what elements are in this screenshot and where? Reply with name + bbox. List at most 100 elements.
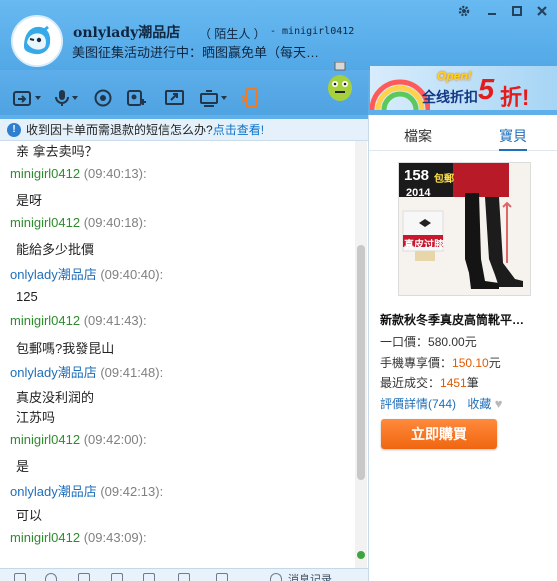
message-header: onlylady潮品店 (09:41:48): — [10, 362, 163, 381]
minimize-icon[interactable] — [484, 4, 500, 20]
sender-name[interactable]: minigirl0412 — [10, 166, 80, 181]
message-time: (09:40:13): — [83, 165, 147, 181]
ad-unit: 折! — [500, 85, 530, 110]
heart-icon[interactable]: ♥ — [495, 396, 503, 411]
file-icon[interactable] — [178, 573, 190, 581]
ad-open-label: Open! — [437, 69, 472, 83]
promo-label: 真皮过膝 — [404, 240, 444, 251]
tab-product[interactable]: 寶貝 — [499, 126, 527, 151]
close-icon[interactable] — [534, 4, 550, 20]
ad-discount: 5 — [478, 74, 495, 106]
shop-name[interactable]: onlylady潮品店 — [73, 22, 180, 42]
app-button[interactable] — [199, 88, 227, 108]
sender-name[interactable]: onlylady潮品店 — [10, 365, 97, 380]
message-header: minigirl0412 (09:40:18): — [10, 215, 147, 230]
penguin-avatar-icon — [13, 17, 61, 65]
message-header: minigirl0412 (09:41:43): — [10, 313, 147, 328]
sender-name[interactable]: onlylady潮品店 — [10, 267, 97, 282]
review-row: 評價詳情(744) 收藏 ♥ — [380, 395, 502, 412]
price-value: 580.00元 — [428, 335, 477, 349]
screenshot-icon[interactable] — [78, 573, 90, 581]
badge-year: 2014 — [406, 187, 431, 199]
ad-text: 全线折扣 — [422, 89, 478, 105]
chevron-down-icon — [35, 96, 41, 100]
chat-toolbar — [0, 62, 368, 115]
notice-link[interactable]: 点击查看! — [213, 123, 264, 137]
emoji-icon[interactable] — [45, 573, 57, 581]
message-time: (09:40:40): — [100, 267, 164, 282]
microphone-icon — [55, 90, 69, 106]
contact-status: （ 陌生人 ） — [199, 27, 266, 41]
price-label: 一口價： — [380, 335, 429, 349]
favorite-link[interactable]: 收藏 — [467, 397, 491, 411]
side-panel: 檔案 寶貝 158 包郵 2014 真皮过膝 新款秋冬季真皮高筒靴平… 一口價：… — [368, 115, 557, 581]
clock-icon[interactable] — [270, 573, 282, 581]
ad-banner[interactable]: Open! 全线折扣 5 折! — [370, 66, 557, 110]
add-contact-button[interactable] — [127, 88, 147, 108]
sender-name[interactable]: minigirl0412 — [10, 432, 80, 447]
sold-row: 最近成交：1451筆 — [380, 374, 479, 391]
history-icon[interactable] — [216, 573, 228, 581]
sold-value: 1451 — [440, 376, 467, 390]
mobile-price-row: 手機專享價：150.10元 — [380, 354, 501, 371]
message-text: 能給多少批價 — [16, 242, 95, 258]
mobile-price-value: 150.10 — [452, 356, 489, 370]
avatar[interactable] — [11, 15, 63, 67]
sender-name[interactable]: onlylady潮品店 — [10, 484, 97, 499]
voice-call-button[interactable] — [54, 88, 78, 108]
rainbow-icon — [370, 79, 430, 110]
video-call-button[interactable] — [94, 88, 112, 108]
badge-price: 158 — [404, 167, 430, 184]
sender-name[interactable]: minigirl0412 — [10, 530, 80, 545]
message-text: 125 — [16, 288, 38, 304]
maximize-icon[interactable] — [509, 4, 525, 20]
add-contact-icon — [127, 90, 146, 106]
transfer-file-icon — [13, 91, 31, 106]
account-id: - minigirl0412 — [270, 26, 355, 37]
shake-icon[interactable] — [143, 573, 155, 581]
mobile-button[interactable] — [241, 88, 261, 108]
chat-history[interactable]: 亲 拿去卖吗？ minigirl0412 (09:40:13): 是呀 minigir… — [0, 141, 368, 568]
message-time: (09:40:18): — [83, 214, 147, 230]
sender-name[interactable]: minigirl0412 — [10, 313, 80, 328]
message-text: 是 — [16, 459, 30, 475]
resize-grip-icon[interactable] — [357, 551, 365, 559]
remote-desktop-button[interactable] — [165, 88, 185, 108]
transfer-file-button[interactable] — [13, 88, 41, 108]
message-time: (09:42:00): — [83, 431, 147, 447]
notice-text: 收到因卡单而需退款的短信怎么办? — [26, 123, 213, 137]
sender-name[interactable]: minigirl0412 — [10, 215, 80, 230]
window-header: onlylady潮品店 （ 陌生人 ） - minigirl0412 美图征集活… — [0, 0, 557, 70]
history-label[interactable]: 消息记录 — [288, 571, 332, 581]
notice-bar: ! 收到因卡单而需退款的短信怎么办?点击查看! — [0, 119, 368, 141]
scrollbar-thumb[interactable] — [357, 245, 365, 480]
remote-desktop-icon — [165, 90, 184, 105]
image-icon[interactable] — [111, 573, 123, 581]
message-header: minigirl0412 (09:40:13): — [10, 166, 147, 181]
sold-label: 最近成交： — [380, 376, 441, 390]
shop-signature: 美图征集活动进行中：晒图赢免单（每天… — [72, 45, 320, 60]
tab-profile[interactable]: 檔案 — [404, 126, 432, 146]
mascot-icon[interactable] — [324, 62, 356, 101]
message-text: 江苏吗 — [16, 410, 56, 425]
mobile-icon — [241, 88, 258, 108]
chevron-down-icon — [72, 96, 78, 100]
message-header: minigirl0412 (09:42:00): — [10, 432, 147, 447]
product-image[interactable]: 158 包郵 2014 真皮过膝 — [398, 162, 531, 296]
chat-scrollbar[interactable] — [355, 141, 367, 568]
video-call-icon — [94, 89, 112, 107]
sold-unit: 筆 — [466, 376, 479, 390]
message-time: (09:42:13): — [100, 483, 164, 499]
reviews-link[interactable]: 評價詳情(744) — [380, 397, 456, 411]
font-icon[interactable] — [14, 573, 26, 581]
message-text: 是呀 — [16, 193, 43, 209]
settings-gear-icon[interactable] — [456, 4, 472, 20]
message-header: onlylady潮品店 (09:40:40): — [10, 264, 163, 283]
info-icon: ! — [7, 123, 21, 137]
buy-now-button[interactable]: 立即購買 — [381, 419, 497, 449]
message-header: minigirl0412 (09:43:09): — [10, 530, 147, 545]
product-title[interactable]: 新款秋冬季真皮高筒靴平… — [380, 311, 524, 328]
message-text: 真皮没利润的 — [16, 390, 95, 405]
mobile-price-unit: 元 — [488, 356, 501, 370]
message-header: onlylady潮品店 (09:42:13): — [10, 481, 163, 500]
